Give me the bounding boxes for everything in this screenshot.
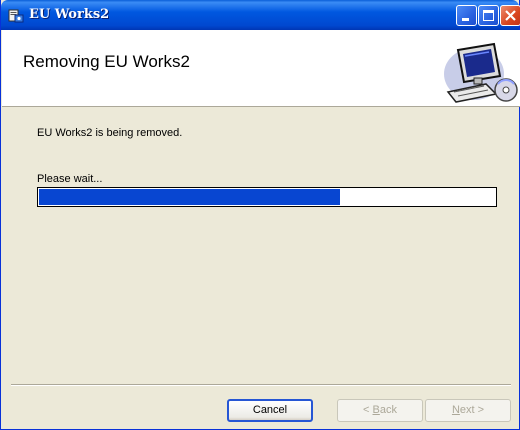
cancel-button[interactable]: Cancel xyxy=(227,399,313,422)
status-message: EU Works2 is being removed. xyxy=(37,127,183,139)
progress-bar xyxy=(37,187,497,207)
wait-label: Please wait... xyxy=(37,173,103,185)
page-title: Removing EU Works2 xyxy=(23,52,190,71)
next-label: ext xyxy=(459,404,475,416)
close-icon xyxy=(505,10,516,21)
wizard-header: Removing EU Works2 xyxy=(2,30,520,107)
footer-divider xyxy=(11,384,511,386)
close-button[interactable] xyxy=(500,5,520,26)
maximize-icon xyxy=(483,10,494,21)
minimize-button[interactable] xyxy=(456,5,477,26)
back-prefix: < xyxy=(363,404,373,416)
back-mnemonic: B xyxy=(372,404,380,416)
title-bar[interactable]: EU Works2 xyxy=(1,0,520,30)
next-mnemonic: N xyxy=(451,404,460,416)
window-title: EU Works2 xyxy=(29,7,110,22)
next-button[interactable]: Next > xyxy=(425,399,511,422)
installer-icon xyxy=(8,9,24,23)
back-button[interactable]: < Back xyxy=(337,399,423,422)
back-label: ack xyxy=(379,404,397,416)
cancel-label: Cancel xyxy=(252,404,288,416)
installer-window: EU Works2 Removing EU Works2 EU Works2 i… xyxy=(0,0,520,430)
computer-setup-icon xyxy=(444,42,518,103)
minimize-icon xyxy=(462,18,469,21)
next-suffix: > xyxy=(474,404,485,416)
maximize-button[interactable] xyxy=(478,5,499,26)
progress-fill xyxy=(39,189,340,205)
